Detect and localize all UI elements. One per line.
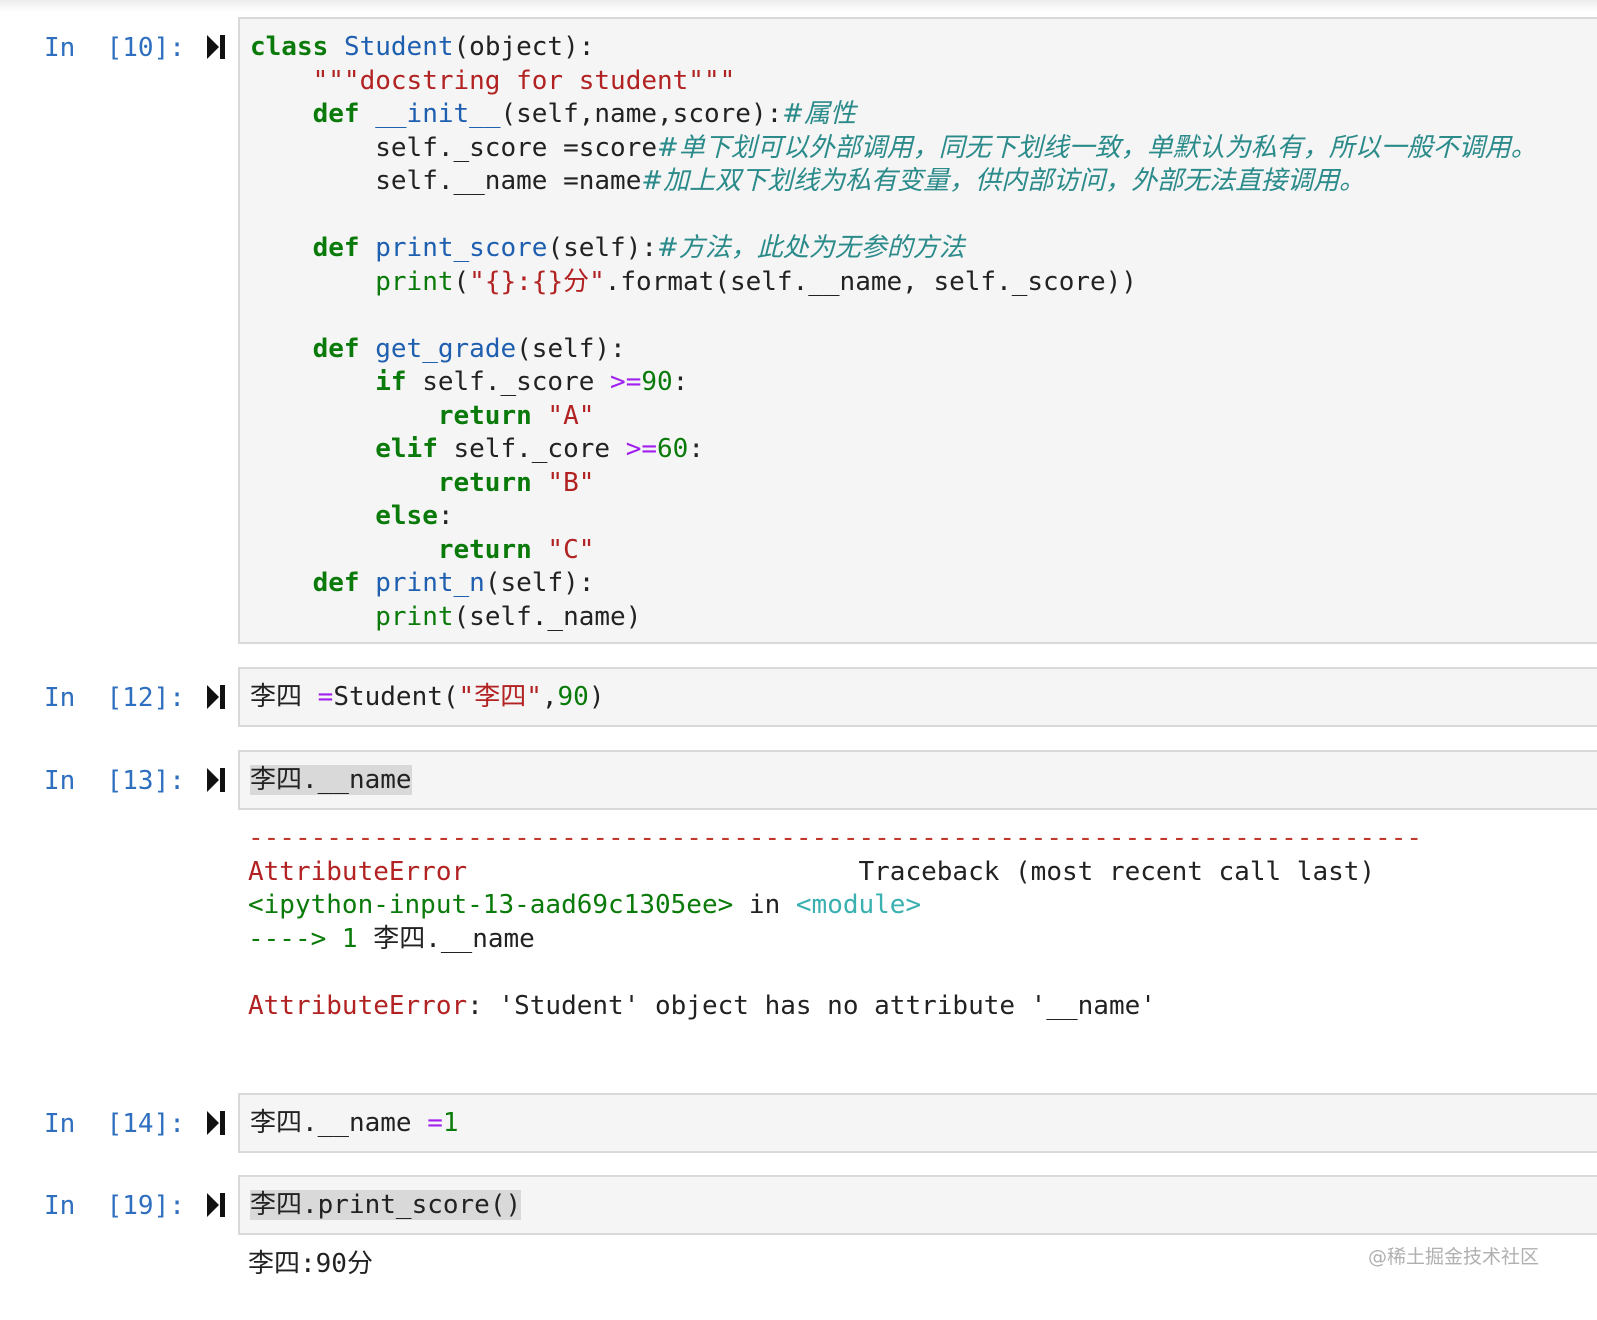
cell-prompt: In [19]: <box>44 1191 185 1221</box>
traceback-header: Traceback (most recent call last) <box>858 856 1376 887</box>
cell-input-editor[interactable]: 李四.print_score() <box>238 1175 1597 1235</box>
run-cell-icon[interactable] <box>207 685 225 709</box>
error-message: : 'Student' object has no attribute '__n… <box>467 990 1156 1021</box>
code-text[interactable]: class Student(object): """docstring for … <box>250 31 1537 634</box>
cell-input-editor[interactable]: 李四 =Student("李四",90) <box>238 667 1597 727</box>
cell-output: 李四:90分 <box>248 1249 373 1279</box>
cell-input-editor[interactable]: class Student(object): """docstring for … <box>238 17 1597 644</box>
run-cell-icon[interactable] <box>207 1193 225 1217</box>
run-cell-icon[interactable] <box>207 35 225 59</box>
cell-prompt: In [13]: <box>44 766 185 796</box>
selected-text: 李四.print_score() <box>250 1190 522 1220</box>
cell-prompt: In [14]: <box>44 1109 185 1139</box>
error-output: ----------------------------------------… <box>248 823 1422 1021</box>
watermark: @稀土掘金技术社区 <box>1367 1246 1539 1268</box>
traceback-arrow: ----> <box>248 923 327 954</box>
error-name: AttributeError <box>248 856 468 887</box>
run-cell-icon[interactable] <box>207 768 225 792</box>
error-message-name: AttributeError <box>248 990 468 1021</box>
code-text[interactable]: 李四.__name =1 <box>250 1107 459 1141</box>
run-cell-icon[interactable] <box>207 1111 225 1135</box>
cell-prompt: In [12]: <box>44 683 185 713</box>
selected-text: 李四.__name <box>250 765 412 795</box>
traceback-line: 李四.__name <box>373 923 535 954</box>
module-reference: <module> <box>795 890 922 920</box>
cell-input-editor[interactable]: 李四.__name <box>238 750 1597 810</box>
cell-input-editor[interactable]: 李四.__name =1 <box>238 1093 1597 1153</box>
input-reference: <ipython-input-13-aad69c1305ee> <box>248 890 734 920</box>
code-text[interactable]: 李四 =Student("李四",90) <box>250 681 604 715</box>
error-rule: ----------------------------------------… <box>248 823 1422 853</box>
code-text[interactable]: 李四.__name <box>250 764 412 798</box>
top-shadow <box>0 0 1597 12</box>
code-text[interactable]: 李四.print_score() <box>250 1189 522 1223</box>
cell-prompt: In [10]: <box>44 33 185 63</box>
